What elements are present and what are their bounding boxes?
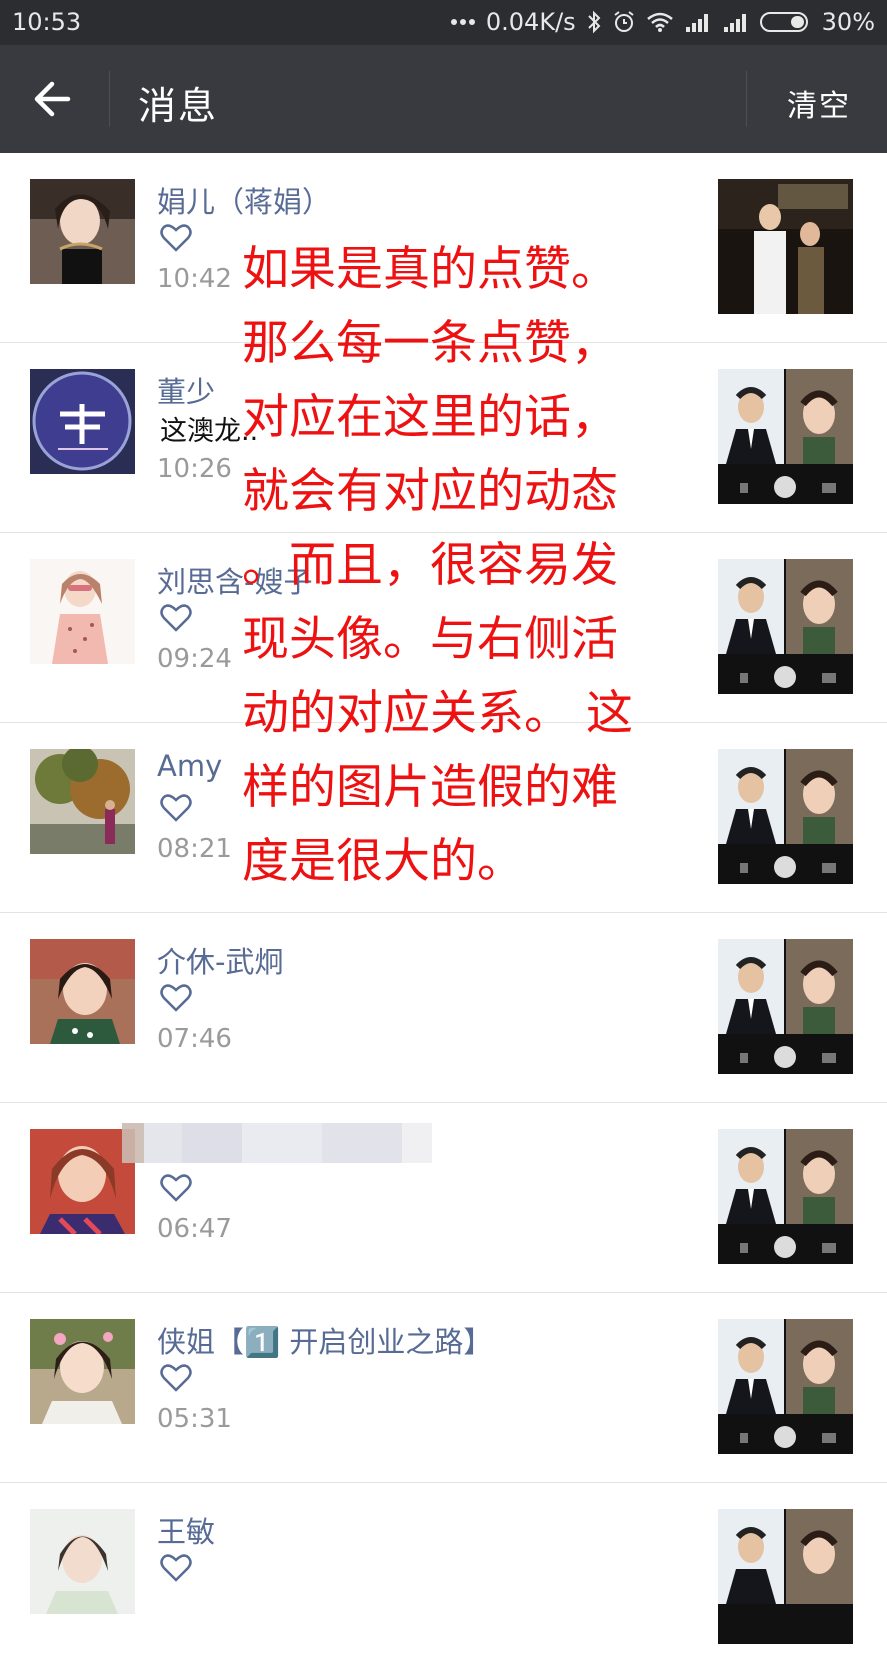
bluetooth-icon xyxy=(587,10,601,34)
battery-icon xyxy=(759,12,808,32)
sender-name[interactable]: 侠姐【1️⃣ 开启创业之路】 xyxy=(157,1319,492,1361)
post-thumbnail[interactable] xyxy=(718,1319,853,1454)
avatar[interactable] xyxy=(30,1509,135,1614)
avatar[interactable] xyxy=(30,179,135,284)
heart-icon xyxy=(160,224,192,252)
heart-icon xyxy=(160,1364,192,1392)
nav-divider xyxy=(109,71,110,127)
battery-level: 30% xyxy=(821,8,875,36)
timestamp: 10:42 xyxy=(157,264,232,294)
post-thumbnail[interactable] xyxy=(718,939,853,1074)
heart-icon xyxy=(160,1174,192,1202)
post-thumbnail[interactable] xyxy=(718,1509,853,1644)
post-thumbnail[interactable] xyxy=(718,369,853,504)
list-item[interactable]: 侠姐【1️⃣ 开启创业之路】 05:31 xyxy=(0,1293,887,1483)
heart-icon xyxy=(160,1554,192,1582)
sender-name[interactable]: 董少 xyxy=(157,369,215,411)
annotation-line: 就会有对应的动态 xyxy=(242,464,618,519)
post-thumbnail[interactable] xyxy=(718,559,853,694)
timestamp: 09:24 xyxy=(157,644,232,674)
heart-icon xyxy=(160,604,192,632)
post-thumbnail[interactable] xyxy=(718,1129,853,1264)
page-title: 消息 xyxy=(138,84,219,128)
signal-icon xyxy=(723,14,746,32)
sender-name[interactable]: 娟儿（蒋娟） xyxy=(157,179,331,221)
list-item[interactable]: 06:47 xyxy=(0,1103,887,1293)
status-bar: 10:53 0.04K/s 30% xyxy=(0,0,887,45)
annotation-line: 那么每一条点赞， xyxy=(242,316,618,371)
sender-name[interactable]: 介休-武炯 xyxy=(157,939,283,981)
avatar[interactable] xyxy=(30,749,135,854)
network-speed: 0.04K/s xyxy=(485,8,576,36)
list-item[interactable]: 介休-武炯 07:46 xyxy=(0,913,887,1103)
annotation-line: 如果是真的点赞。 xyxy=(242,242,618,297)
post-thumbnail[interactable] xyxy=(718,749,853,884)
annotation-line: 动的对应关系。 这 xyxy=(242,686,633,741)
alarm-icon xyxy=(614,11,634,32)
annotation-line: 样的图片造假的难 xyxy=(242,760,618,815)
avatar[interactable] xyxy=(30,559,135,664)
heart-icon xyxy=(160,794,192,822)
timestamp: 05:31 xyxy=(157,1404,232,1434)
sender-name[interactable]: 王敏 xyxy=(157,1509,215,1551)
timestamp: 08:21 xyxy=(157,834,232,864)
timestamp: 07:46 xyxy=(157,1024,232,1054)
status-time: 10:53 xyxy=(12,8,82,36)
status-icons: 0.04K/s 30% xyxy=(450,8,875,36)
annotation-line: 现头像。与右侧活 xyxy=(242,612,618,667)
signal-icon xyxy=(685,14,708,32)
avatar[interactable] xyxy=(30,1129,135,1234)
nav-divider xyxy=(746,71,747,127)
arrow-left-icon[interactable] xyxy=(26,69,86,129)
overlay-annotation: 如果是真的点赞。 那么每一条点赞， 对应在这里的话， 就会有对应的动态 。而且，… xyxy=(242,233,722,899)
wifi-icon xyxy=(646,12,673,32)
sender-name[interactable]: Amy xyxy=(157,749,222,783)
more-dots-icon xyxy=(450,19,475,25)
post-thumbnail[interactable] xyxy=(718,179,853,314)
timestamp: 06:47 xyxy=(157,1214,232,1244)
blurred-name xyxy=(122,1123,432,1163)
annotation-line: 度是很大的。 xyxy=(242,834,524,889)
avatar[interactable] xyxy=(30,369,135,474)
avatar[interactable] xyxy=(30,939,135,1044)
avatar[interactable] xyxy=(30,1319,135,1424)
timestamp: 10:26 xyxy=(157,454,232,484)
clear-button[interactable]: 清空 xyxy=(787,81,851,125)
nav-bar: 消息 清空 xyxy=(0,45,887,153)
annotation-line: 对应在这里的话， xyxy=(242,390,618,445)
heart-icon xyxy=(160,984,192,1012)
annotation-line: 。而且，很容易发 xyxy=(242,538,618,593)
